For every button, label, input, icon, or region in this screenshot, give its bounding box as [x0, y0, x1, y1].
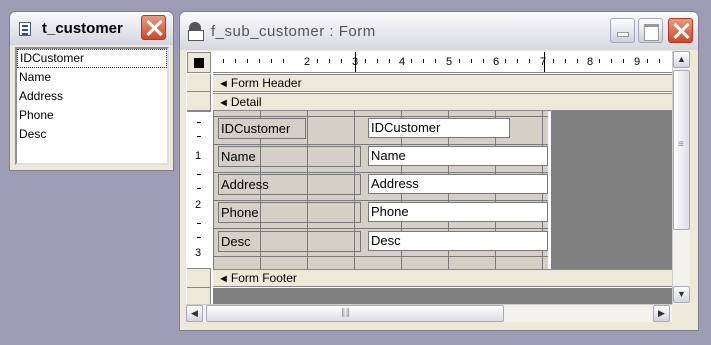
table-icon	[19, 22, 31, 36]
form-header-label: Form Header	[230, 76, 302, 90]
scroll-left-icon[interactable]: ◀	[186, 305, 203, 322]
section-arrow-icon: ◄	[218, 97, 229, 109]
field-list-titlebar[interactable]: t_customer	[10, 12, 173, 45]
form-header-bar[interactable]: ◄ Form Header	[213, 74, 672, 92]
scroll-up-icon[interactable]: ▲	[673, 51, 690, 68]
footer-selector[interactable]	[187, 269, 210, 288]
minimize-icon[interactable]	[610, 18, 635, 43]
ruler-number: 2	[304, 56, 311, 68]
field-list-item[interactable]: IDCustomer	[17, 49, 167, 68]
label-control[interactable]: Name	[218, 146, 361, 167]
label-control[interactable]: IDCustomer	[218, 118, 306, 139]
ruler-number: 8	[587, 56, 594, 68]
form-icon	[187, 22, 204, 41]
horizontal-scrollbar[interactable]: ◀ ▶	[186, 304, 672, 322]
ruler-number: 5	[446, 56, 453, 68]
ruler-number: 9	[634, 56, 641, 68]
ruler-number: 2	[195, 199, 202, 211]
textbox-control[interactable]: IDCustomer	[368, 118, 510, 138]
close-icon[interactable]	[141, 15, 166, 40]
vertical-scroll-thumb[interactable]	[673, 70, 690, 230]
detail-bar[interactable]: ◄ Detail	[213, 93, 672, 111]
label-control[interactable]: Address	[218, 174, 361, 195]
form-design-surface: 2 1 3 4 5 6 7 8 9 1	[186, 51, 672, 304]
field-list-item[interactable]: Phone	[17, 106, 167, 125]
detail-selector[interactable]	[187, 92, 210, 111]
section-arrow-icon: ◄	[218, 78, 229, 90]
ruler-number: 4	[399, 56, 406, 68]
form-titlebar[interactable]: f_sub_customer : Form	[180, 12, 698, 50]
form-selector[interactable]	[187, 52, 211, 73]
field-list-item[interactable]: Address	[17, 87, 167, 106]
field-list-item[interactable]: Desc	[17, 125, 167, 144]
label-control[interactable]: Desc	[218, 231, 361, 252]
detail-label: Detail	[230, 95, 262, 109]
vertical-scrollbar[interactable]: ▲ ▼	[672, 51, 690, 304]
header-selector[interactable]	[187, 74, 210, 92]
form-title: f_sub_customer : Form	[211, 23, 376, 40]
ruler-number: 3	[195, 247, 202, 259]
label-control[interactable]: Phone	[218, 202, 361, 223]
section-arrow-icon: ◄	[218, 273, 229, 285]
field-list-title: t_customer	[42, 20, 123, 37]
size-grip[interactable]	[672, 304, 690, 322]
textbox-control[interactable]: Phone	[368, 202, 548, 222]
form-footer-label: Form Footer	[230, 271, 297, 285]
textbox-control[interactable]: Desc	[368, 231, 548, 251]
detail-section[interactable]: IDCustomer IDCustomer Name Name Address …	[213, 111, 672, 269]
textbox-control[interactable]: Address	[368, 174, 548, 194]
field-list-box[interactable]: IDCustomer Name Address Phone Desc	[15, 47, 169, 165]
ruler-number: 1	[195, 150, 202, 162]
maximize-icon[interactable]	[638, 18, 663, 43]
ruler-marker	[355, 52, 356, 72]
textbox-control[interactable]: Name	[368, 146, 548, 166]
horizontal-ruler[interactable]: 2 1 3 4 5 6 7 8 9	[213, 52, 672, 73]
vertical-ruler[interactable]: 1 2 3	[187, 111, 211, 269]
form-footer-bar[interactable]: ◄ Form Footer	[213, 269, 672, 287]
field-list-item[interactable]: Name	[17, 68, 167, 87]
ruler-number: 6	[493, 56, 500, 68]
scroll-down-icon[interactable]: ▼	[673, 286, 690, 303]
detail-background	[551, 111, 672, 269]
close-icon[interactable]	[668, 18, 693, 43]
ruler-marker	[544, 52, 545, 72]
form-footer-section[interactable]	[213, 288, 672, 304]
horizontal-scroll-thumb[interactable]	[206, 305, 504, 322]
field-list-window: t_customer IDCustomer Name Address Phone…	[9, 11, 174, 171]
form-design-window: f_sub_customer : Form 2 1 3 4 5 6 7 8 9	[179, 11, 699, 331]
scroll-right-icon[interactable]: ▶	[653, 305, 670, 322]
